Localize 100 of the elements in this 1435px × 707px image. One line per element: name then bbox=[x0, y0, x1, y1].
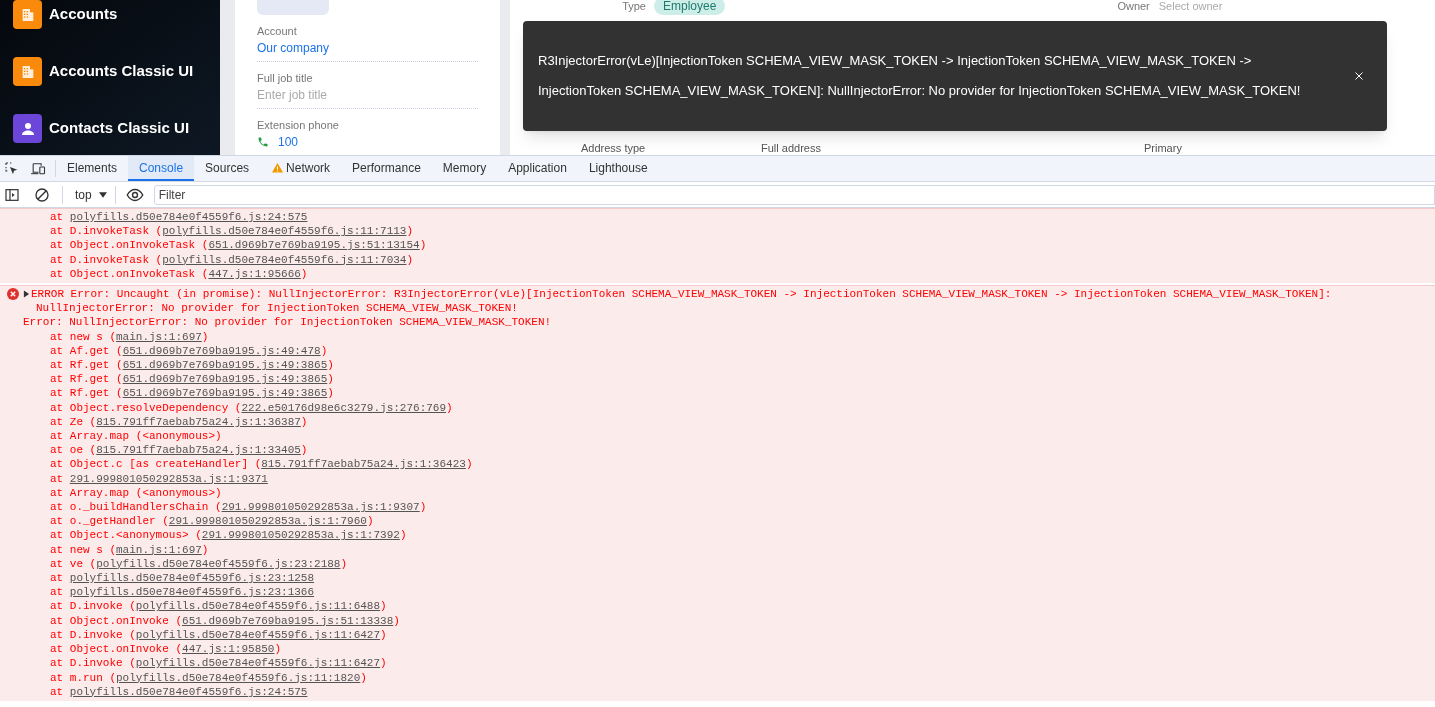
source-link[interactable]: 291.999801050292853a.js:1:7960 bbox=[168, 515, 367, 528]
stack-frame: at o._getHandler (291.999801050292853a.js:1:7960) bbox=[0, 514, 1435, 529]
stack-frame: at D.invoke (polyfills.d50e784e0f4559f6.js:11:6488) bbox=[0, 599, 1435, 614]
source-link[interactable]: 651.d969b7e769ba9195.js:49:3865 bbox=[122, 359, 328, 372]
account-link[interactable]: Our company bbox=[257, 39, 478, 57]
eye-icon bbox=[125, 187, 144, 202]
devtools-tab[interactable]: Sources bbox=[194, 156, 261, 181]
source-link[interactable]: 291.999801050292853a.js:1:9371 bbox=[69, 472, 268, 485]
field-label: Full job title bbox=[257, 71, 314, 86]
stack-frame: at polyfills.d50e784e0f4559f6.js:23:1258 bbox=[0, 571, 1435, 586]
job-title-field[interactable]: Enter job title bbox=[257, 86, 478, 104]
stack-frame: at Object.onInvokeTask (651.d969b7e769ba9195.js:51:13154) bbox=[0, 238, 1435, 253]
source-link[interactable]: polyfills.d50e784e0f4559f6.js:11:6427 bbox=[135, 657, 381, 670]
source-link[interactable]: 447.js:1:95666 bbox=[208, 267, 301, 280]
stack-frame: at Object.onInvoke (447.js:1:95850) bbox=[0, 642, 1435, 657]
sidebar-item[interactable]: Accounts Classic UI bbox=[49, 60, 194, 83]
error-icon bbox=[7, 288, 19, 301]
source-link[interactable]: 651.d969b7e769ba9195.js:49:3865 bbox=[122, 373, 328, 386]
stack-frame: at Rf.get (651.d969b7e769ba9195.js:49:3865) bbox=[0, 358, 1435, 373]
source-link[interactable]: 651.d969b7e769ba9195.js:51:13338 bbox=[182, 614, 394, 627]
toast-message: R3InjectorError(vLe)[InjectionToken SCHEMA_VIEW_MASK_TOKEN -> InjectionToken SCHEMA_VIEW_MASK_TOKEN -> InjectionToken SCHEMA_VIEW_MASK_TOKEN]: NullInjectorError: No provider for InjectionToken SCHEMA_VIEW_MASK_TOKEN! bbox=[538, 52, 1302, 100]
stack-frame: at Object.onInvoke (651.d969b7e769ba9195.js:51:13338) bbox=[0, 613, 1435, 628]
stack-frame: at polyfills.d50e784e0f4559f6.js:23:1366 bbox=[0, 585, 1435, 600]
stack-frame: at D.invokeTask (polyfills.d50e784e0f4559f6.js:11:7113) bbox=[0, 224, 1435, 239]
source-link[interactable]: polyfills.d50e784e0f4559f6.js:23:1366 bbox=[69, 586, 315, 599]
stack-frame: at Ze (815.791ff7aebab75a24.js:1:36387) bbox=[0, 414, 1435, 430]
column-header: Address type bbox=[581, 141, 647, 155]
stack-frame: at m.run (polyfills.d50e784e0f4559f6.js:11:1820) bbox=[0, 670, 1435, 685]
stack-frame: at Object.resolveDependency (222.e50176d98e6c3279.js:276:769) bbox=[0, 400, 1435, 415]
column-header: Primary bbox=[1144, 141, 1182, 155]
source-link[interactable]: 651.d969b7e769ba9195.js:51:13154 bbox=[208, 239, 420, 252]
stack-frame: at polyfills.d50e784e0f4559f6.js:24:575 bbox=[0, 684, 1435, 699]
filter-field[interactable]: Filter bbox=[153, 184, 1435, 205]
field-label: Extension phone bbox=[257, 118, 340, 133]
error-text: NullInjectorError: No provider for InjectionToken SCHEMA_VIEW_MASK_TOKEN! bbox=[36, 301, 518, 316]
source-link[interactable]: main.js:1:697 bbox=[116, 543, 202, 556]
expand-triangle-icon[interactable] bbox=[23, 290, 30, 299]
source-link[interactable]: polyfills.d50e784e0f4559f6.js:24:575 bbox=[69, 685, 308, 698]
error-text: ERROR Error: Uncaught (in promise): NullInjectorError: R3InjectorError(vLe)[InjectionToken SCHEMA_VIEW_MASK_TOKEN -> InjectionToken SCHEMA_VIEW_MASK_TOKEN -> InjectionToken SCHEMA_VIEW_MASK_TOKEN]: bbox=[31, 287, 1332, 302]
device-icon bbox=[30, 160, 47, 177]
stack-frame: at polyfills.d50e784e0f4559f6.js:24:575 bbox=[0, 210, 1435, 225]
caret-icon bbox=[98, 191, 107, 198]
source-link[interactable]: 291.999801050292853a.js:1:9307 bbox=[221, 501, 420, 514]
devtools-tab[interactable]: Lighthouse bbox=[577, 156, 659, 181]
source-link[interactable]: polyfills.d50e784e0f4559f6.js:24:575 bbox=[69, 211, 308, 223]
close-icon bbox=[1353, 70, 1365, 82]
source-link[interactable]: 815.791ff7aebab75a24.js:1:36387 bbox=[96, 415, 301, 428]
source-link[interactable]: polyfills.d50e784e0f4559f6.js:23:1258 bbox=[69, 572, 315, 585]
devtools-tab[interactable]: Performance bbox=[341, 156, 432, 181]
owner-field[interactable]: Select owner bbox=[1158, 0, 1359, 15]
source-link[interactable]: 291.999801050292853a.js:1:7392 bbox=[201, 529, 400, 542]
stack-frame: at D.invokeTask (polyfills.d50e784e0f4559f6.js:11:7034) bbox=[0, 252, 1435, 267]
source-link[interactable]: polyfills.d50e784e0f4559f6.js:11:7034 bbox=[162, 253, 407, 266]
stack-frame: at new s (main.js:1:697) bbox=[0, 542, 1435, 557]
stack-frame: at Object.onInvokeTask (447.js:1:95666) bbox=[0, 266, 1435, 281]
source-link[interactable]: 815.791ff7aebab75a24.js:1:36423 bbox=[261, 458, 466, 471]
stack-frame: at D.invoke (polyfills.d50e784e0f4559f6.js:11:6427) bbox=[0, 627, 1435, 643]
stack-frame: at ve (polyfills.d50e784e0f4559f6.js:23:2188) bbox=[0, 556, 1435, 572]
sidebar-icon bbox=[4, 186, 20, 203]
source-link[interactable]: 651.d969b7e769ba9195.js:49:478 bbox=[122, 344, 321, 357]
stack-frame: at Af.get (651.d969b7e769ba9195.js:49:478) bbox=[0, 343, 1435, 359]
devtools-tab[interactable]: Application bbox=[497, 156, 578, 181]
type-badge: Employee bbox=[654, 0, 726, 15]
source-link[interactable]: polyfills.d50e784e0f4559f6.js:11:7113 bbox=[162, 225, 407, 238]
stack-frame: at D.invoke (polyfills.d50e784e0f4559f6.js:11:6427) bbox=[0, 656, 1435, 671]
source-link[interactable]: 815.791ff7aebab75a24.js:1:33405 bbox=[96, 444, 301, 457]
source-link[interactable]: polyfills.d50e784e0f4559f6.js:23:2188 bbox=[96, 557, 341, 570]
source-link[interactable]: 222.e50176d98e6c3279.js:276:769 bbox=[241, 401, 447, 414]
stack-frame: at o._buildHandlersChain (291.999801050292853a.js:1:9307) bbox=[0, 500, 1435, 515]
devtools-tab[interactable]: Elements bbox=[56, 156, 129, 181]
devtools-tab[interactable]: Console bbox=[128, 156, 195, 181]
block-icon bbox=[34, 186, 50, 203]
clear-console-button[interactable] bbox=[34, 186, 50, 203]
source-link[interactable]: main.js:1:697 bbox=[116, 330, 202, 343]
stack-frame: at Object.c [as createHandler] (815.791ff7aebab75a24.js:1:36423) bbox=[0, 457, 1435, 472]
source-link[interactable]: polyfills.d50e784e0f4559f6.js:11:6427 bbox=[135, 628, 381, 641]
field-label: Account bbox=[257, 24, 298, 39]
devtools-tab[interactable]: Memory bbox=[431, 156, 498, 181]
stack-frame: at Object.<anonymous> (291.999801050292853a.js:1:7392) bbox=[0, 528, 1435, 543]
sidebar-item[interactable]: Accounts bbox=[49, 3, 118, 26]
source-link[interactable]: 447.js:1:95850 bbox=[182, 643, 275, 656]
source-link[interactable]: 651.d969b7e769ba9195.js:49:3865 bbox=[122, 387, 328, 400]
column-header: Full address bbox=[761, 141, 822, 155]
stack-frame: at Array.map (<anonymous>) bbox=[0, 429, 1435, 444]
source-link[interactable]: polyfills.d50e784e0f4559f6.js:11:6488 bbox=[135, 600, 381, 613]
stack-frame: at Rf.get (651.d969b7e769ba9195.js:49:3865) bbox=[0, 386, 1435, 401]
stack-frame: at new s (main.js:1:697) bbox=[0, 329, 1435, 344]
error-text: Error: NullInjectorError: No provider for InjectionToken SCHEMA_VIEW_MASK_TOKEN! bbox=[23, 315, 552, 330]
sidebar-toggle-button[interactable] bbox=[4, 186, 20, 203]
phone-icon bbox=[257, 136, 269, 148]
sidebar-item[interactable]: Contacts Classic UI bbox=[49, 117, 190, 140]
stack-frame: at Array.map (<anonymous>) bbox=[0, 485, 1435, 501]
stack-frame: at 291.999801050292853a.js:1:9371 bbox=[0, 471, 1435, 486]
devtools-tab[interactable]: Network bbox=[260, 156, 342, 181]
stack-frame: at Rf.get (651.d969b7e769ba9195.js:49:3865) bbox=[0, 372, 1435, 387]
context-dropdown[interactable]: top bbox=[62, 185, 115, 204]
phone-link[interactable]: 100 bbox=[278, 133, 299, 151]
stack-frame: at oe (815.791ff7aebab75a24.js:1:33405) bbox=[0, 443, 1435, 458]
field-label: Type bbox=[621, 0, 647, 14]
source-link[interactable]: polyfills.d50e784e0f4559f6.js:11:1820 bbox=[116, 671, 361, 684]
